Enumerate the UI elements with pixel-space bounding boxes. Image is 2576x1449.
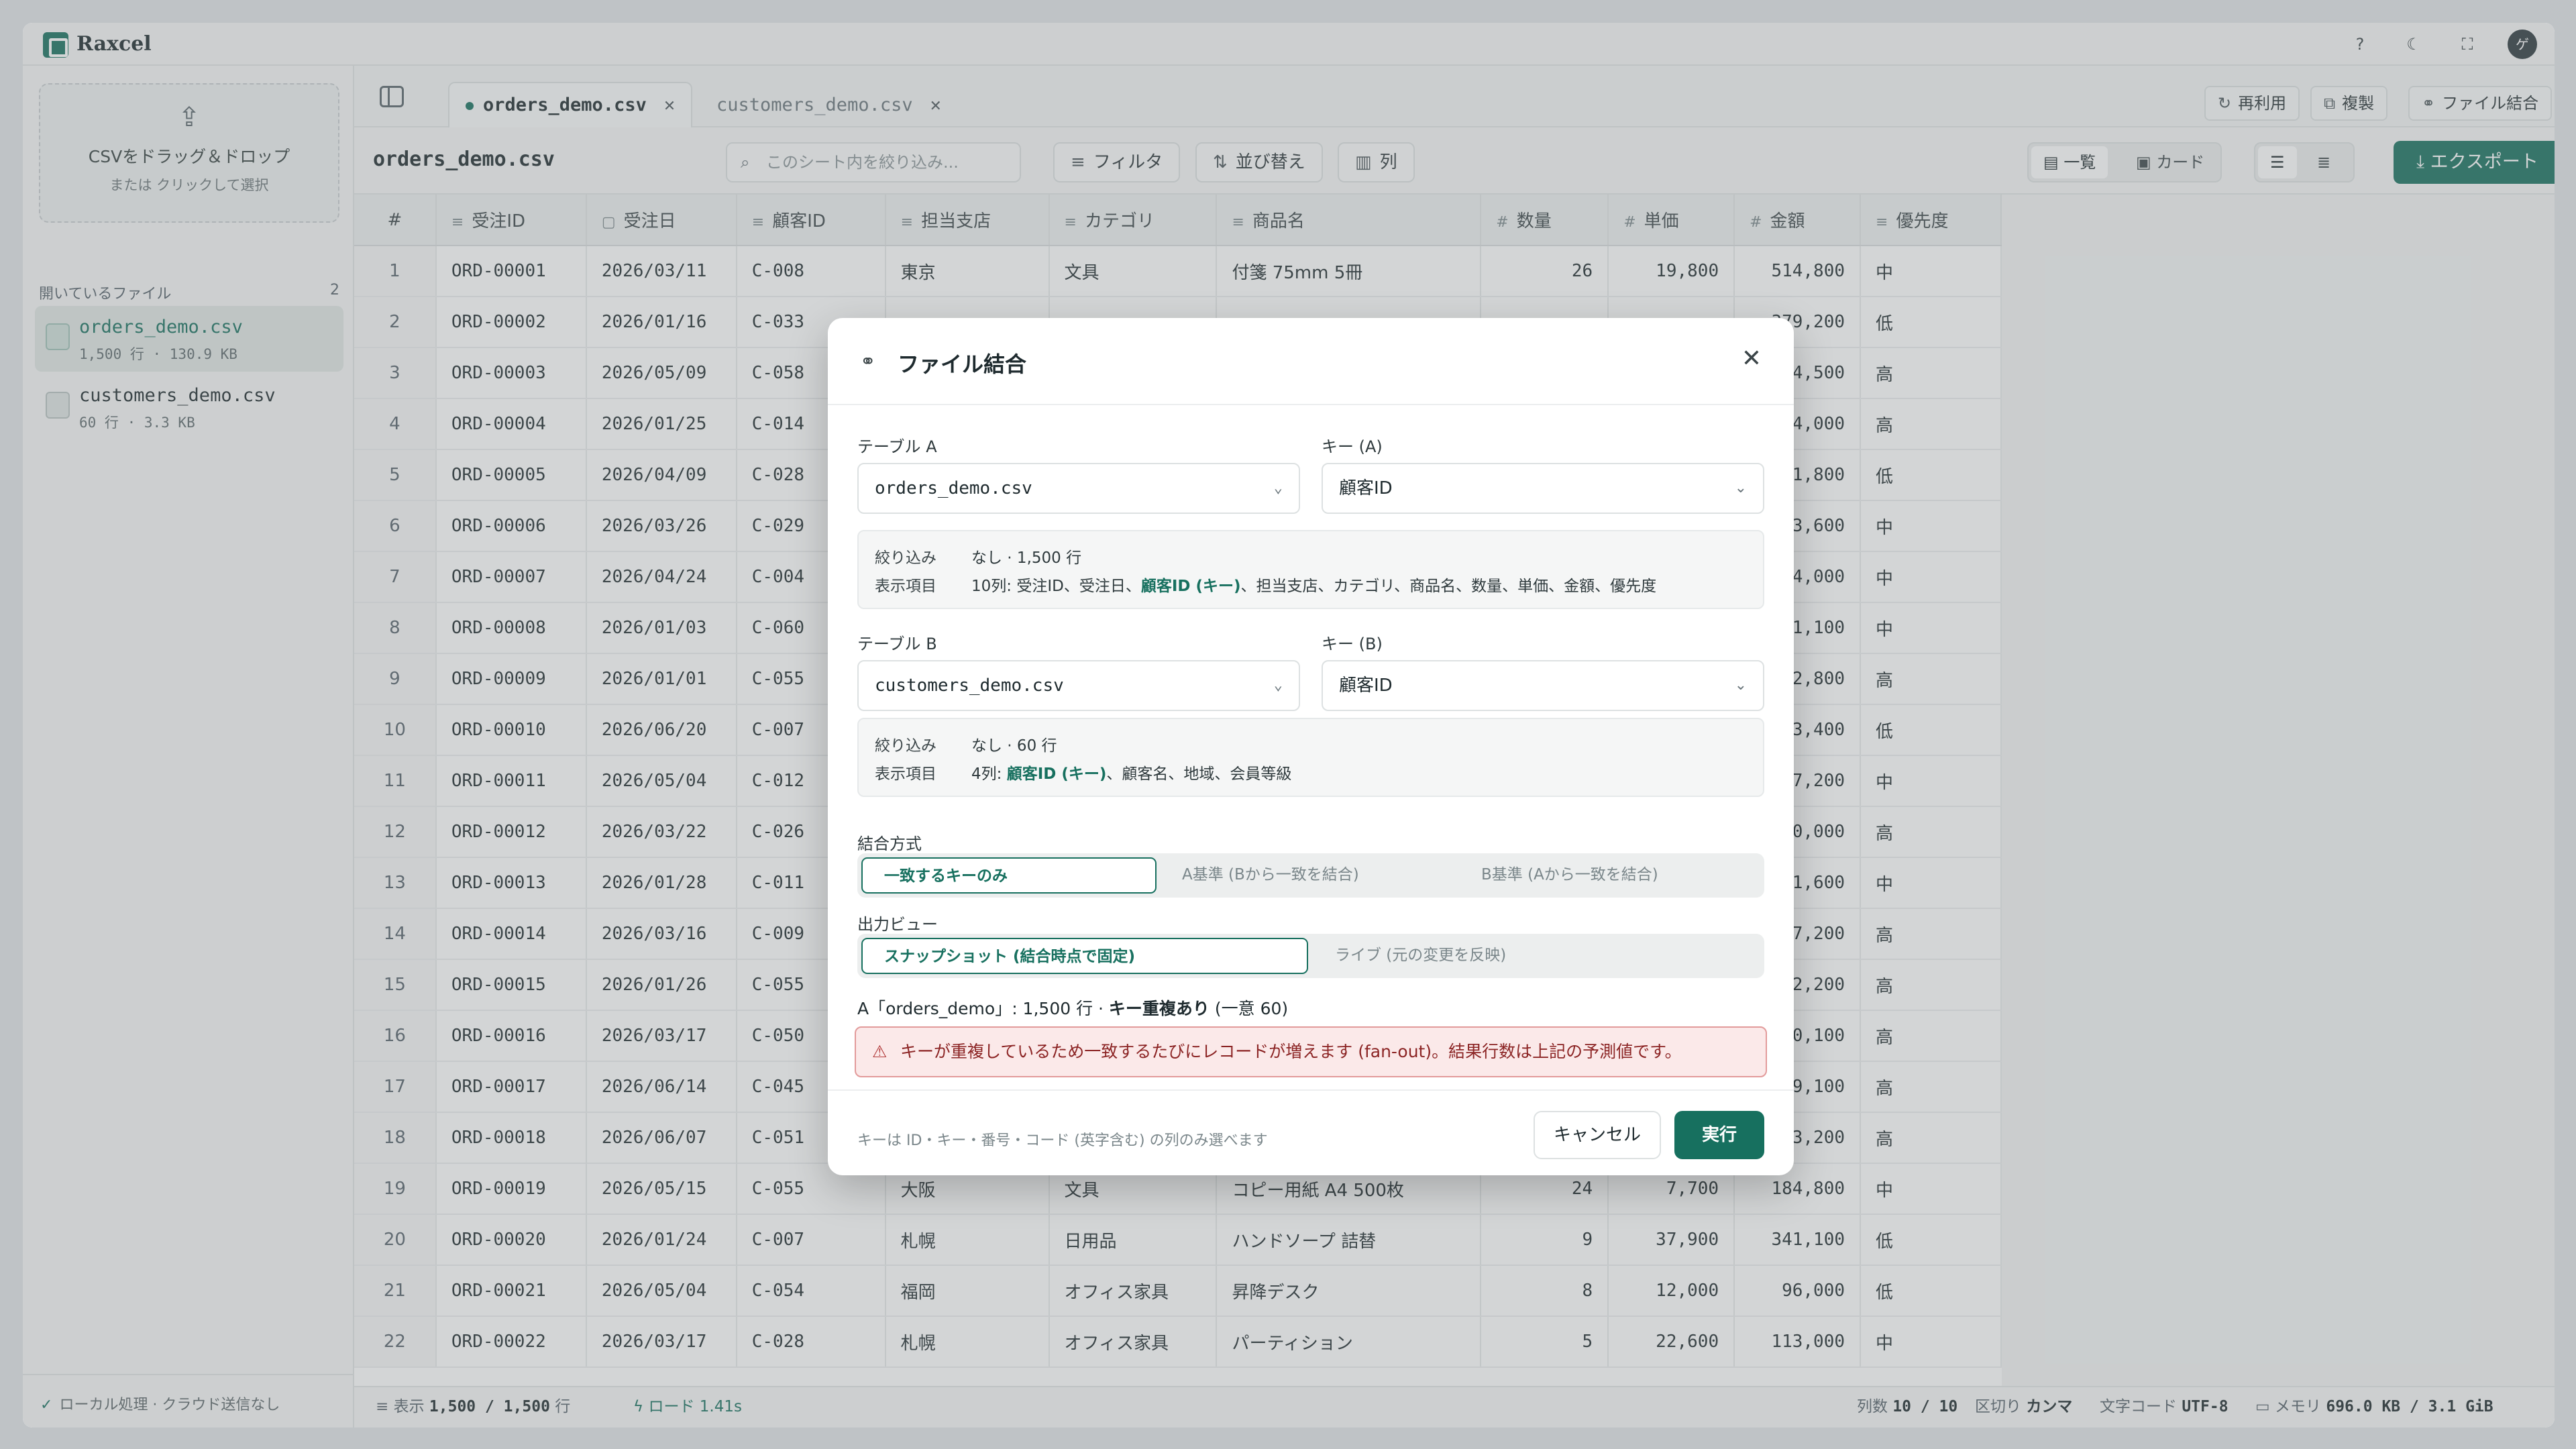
join-right-option[interactable]: B基準 (Aから一致を結合) <box>1460 857 1755 894</box>
join-inner-option[interactable]: 一致するキーのみ <box>861 857 1157 894</box>
summary-suffix: (一意 60) <box>1209 999 1289 1018</box>
table-a-value: orders_demo.csv <box>875 478 1032 498</box>
join-left-option[interactable]: A基準 (Bから一致を結合) <box>1161 857 1456 894</box>
key-column: 顧客ID (キー) <box>1140 578 1241 595</box>
dialog-footer: キーは ID・キー・番号・コード (英字含む) の列のみ選べます キャンセル 実… <box>828 1089 1794 1175</box>
summary-prefix: A「orders_demo」: 1,500 行 · <box>857 999 1109 1018</box>
table-b-label: テーブル B <box>857 635 937 653</box>
live-option[interactable]: ライブ (元の変更を反映) <box>1313 938 1760 974</box>
table-a-label: テーブル A <box>857 437 937 456</box>
run-button[interactable]: 実行 <box>1674 1111 1764 1159</box>
chevron-down-icon: ⌄ <box>1734 480 1747 496</box>
columns-suffix: 、担当支店、カテゴリ、商品名、数量、単価、金額、優先度 <box>1240 578 1657 595</box>
key-column: 顧客ID (キー) <box>1006 765 1107 783</box>
filter-label: 絞り込み <box>875 549 936 567</box>
table-b-select[interactable]: customers_demo.csv ⌄ <box>857 660 1300 711</box>
table-b-info: 絞り込み なし · 60 行 表示項目 4列: 顧客ID (キー)、顧客名、地域、会… <box>857 718 1764 797</box>
columns-label: 表示項目 <box>875 578 936 595</box>
app-window: Raxcel ? ☾ ⛶ ゲ ⇪ CSVをドラッグ＆ドロップ または クリックし… <box>23 23 2555 1428</box>
key-a-value: 顧客ID <box>1339 478 1393 498</box>
merge-files-dialog: ⚭ ファイル結合 ✕ テーブル A キー (A) orders_demo.csv… <box>828 318 1794 1175</box>
table-b-value: customers_demo.csv <box>875 676 1064 696</box>
warning-text: キーが重複しているため一致するたびにレコードが増えます (fan-out)。結果… <box>900 1042 1682 1061</box>
cancel-button[interactable]: キャンセル <box>1534 1111 1661 1159</box>
columns-prefix: 4列: <box>971 765 1007 783</box>
output-view-label: 出力ビュー <box>857 915 938 934</box>
merge-summary: A「orders_demo」: 1,500 行 · キー重複あり (一意 60) <box>857 996 1288 1020</box>
filter-label: 絞り込み <box>875 737 936 755</box>
columns-suffix: 、顧客名、地域、会員等級 <box>1106 765 1292 783</box>
summary-bold: キー重複あり <box>1108 999 1210 1018</box>
key-note: キーは ID・キー・番号・コード (英字含む) の列のみ選べます <box>857 1132 1268 1149</box>
warning-icon: ⚠ <box>872 1042 888 1061</box>
table-a-select[interactable]: orders_demo.csv ⌄ <box>857 463 1300 514</box>
close-icon[interactable]: ✕ <box>1741 345 1762 372</box>
chevron-down-icon: ⌄ <box>1734 677 1747 694</box>
filter-value: なし · 1,500 行 <box>971 549 1082 567</box>
snapshot-option[interactable]: スナップショット (結合時点で固定) <box>861 938 1308 974</box>
columns-label: 表示項目 <box>875 765 936 783</box>
key-b-label: キー (B) <box>1322 635 1383 653</box>
join-type-label: 結合方式 <box>857 835 922 853</box>
key-b-value: 顧客ID <box>1339 676 1393 696</box>
key-a-label: キー (A) <box>1322 437 1383 456</box>
chevron-down-icon: ⌄ <box>1273 480 1283 496</box>
filter-value: なし · 60 行 <box>971 737 1057 755</box>
dialog-header: ⚭ ファイル結合 ✕ <box>828 318 1794 405</box>
chevron-down-icon: ⌄ <box>1273 677 1283 694</box>
link-icon: ⚭ <box>860 350 876 372</box>
dialog-title: ファイル結合 <box>898 352 1027 377</box>
table-a-info: 絞り込み なし · 1,500 行 表示項目 10列: 受注ID、受注日、顧客ID … <box>857 530 1764 609</box>
columns-prefix: 10列: 受注ID、受注日、 <box>971 578 1141 595</box>
join-type-toggle: 一致するキーのみ A基準 (Bから一致を結合) B基準 (Aから一致を結合) <box>857 853 1764 898</box>
key-b-select[interactable]: 顧客ID ⌄ <box>1322 660 1764 711</box>
key-a-select[interactable]: 顧客ID ⌄ <box>1322 463 1764 514</box>
output-view-toggle: スナップショット (結合時点で固定) ライブ (元の変更を反映) <box>857 934 1764 978</box>
fanout-warning: ⚠ キーが重複しているため一致するたびにレコードが増えます (fan-out)。結… <box>855 1026 1767 1077</box>
